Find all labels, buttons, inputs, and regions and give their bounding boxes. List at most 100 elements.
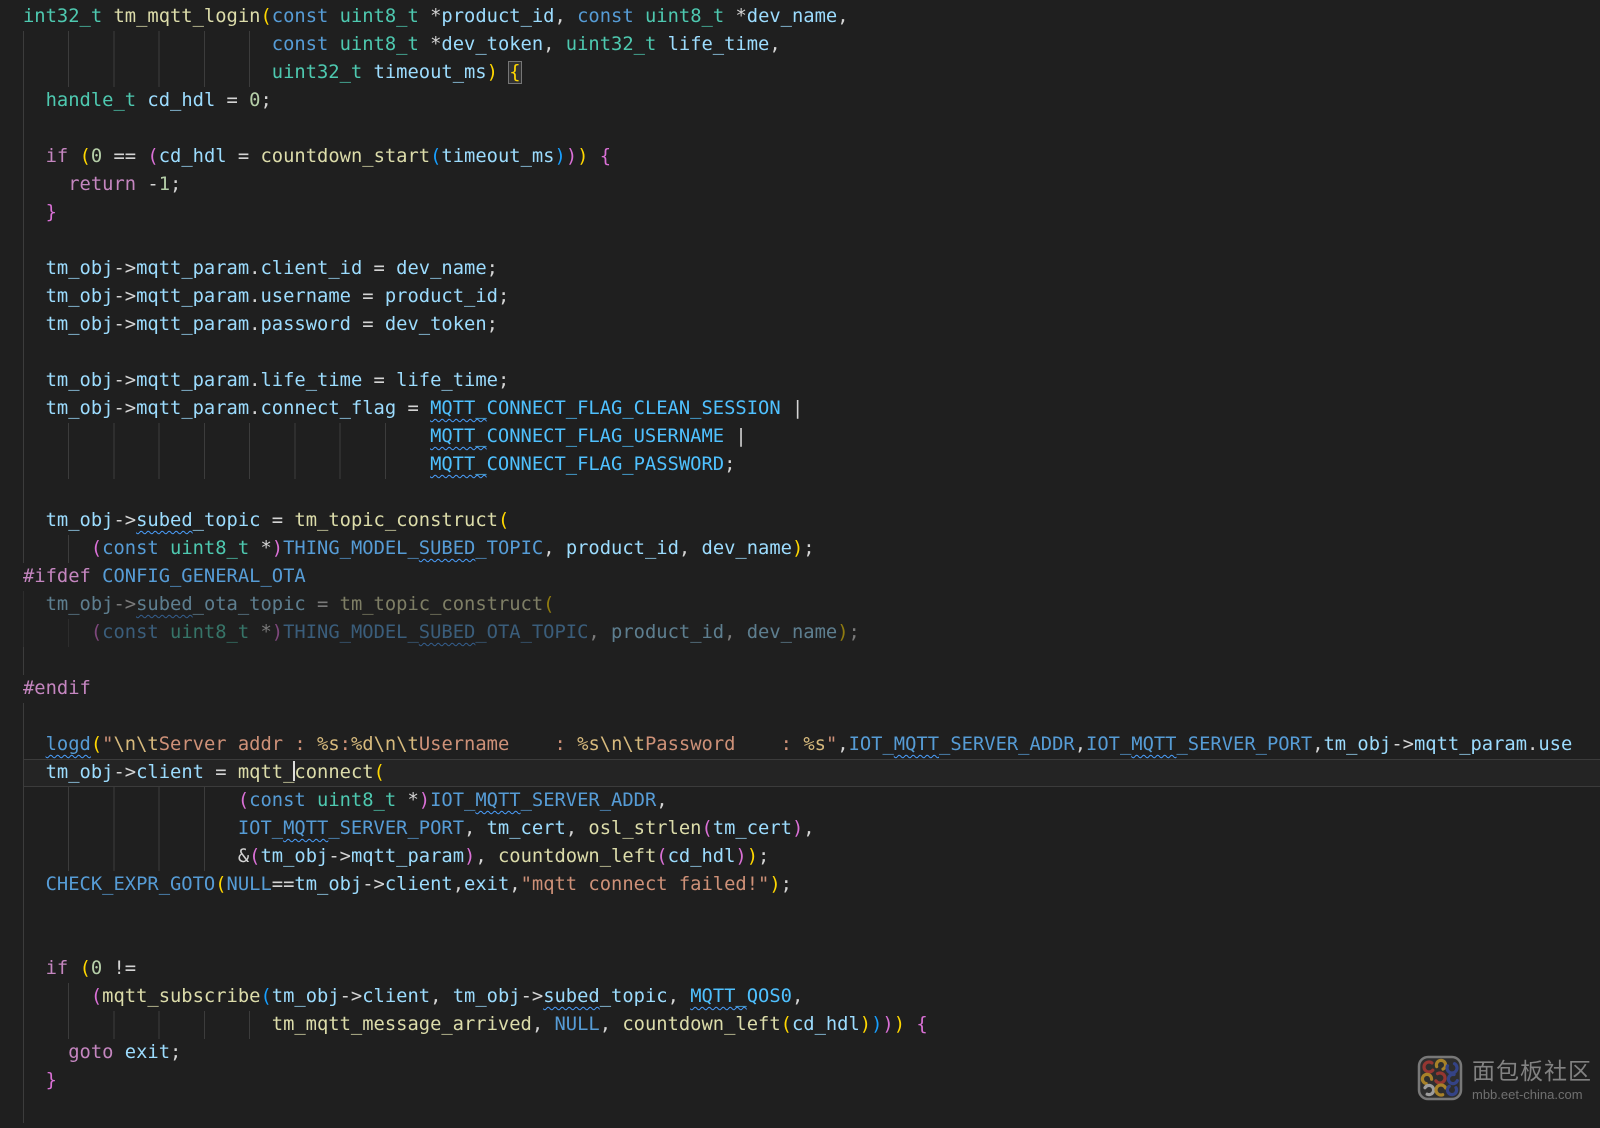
- indent-guides: [23, 703, 46, 731]
- token: ;: [170, 174, 182, 195]
- token: .: [249, 370, 261, 391]
- token: ,: [678, 538, 702, 559]
- code-line-current[interactable]: tm_obj->client = mqtt_connect(: [23, 759, 1600, 787]
- token: ): [735, 846, 747, 867]
- token: ;: [260, 90, 272, 111]
- code-line[interactable]: return -1;: [23, 171, 1600, 199]
- indent-guides: [23, 843, 238, 871]
- code-line[interactable]: MQTT_CONNECT_FLAG_PASSWORD;: [23, 451, 1600, 479]
- indent-guides: [23, 255, 46, 283]
- code-line[interactable]: tm_obj->subed_topic = tm_topic_construct…: [23, 507, 1600, 535]
- indent-guides: [23, 619, 91, 647]
- code-line[interactable]: if (0 == (cd_hdl = countdown_start(timeo…: [23, 143, 1600, 171]
- code-line[interactable]: MQTT_CONNECT_FLAG_USERNAME |: [23, 423, 1600, 451]
- token: exit: [124, 1042, 171, 1063]
- token: ": [825, 734, 838, 755]
- token: ==: [271, 874, 295, 895]
- token: CONNECT_FLAG_USERNAME: [486, 426, 725, 447]
- token: :: [339, 734, 351, 755]
- token: ->: [362, 874, 385, 895]
- code-line[interactable]: [23, 703, 1600, 731]
- token: ,: [667, 986, 691, 1007]
- token: NULL: [554, 1014, 600, 1035]
- token: tm_obj: [1323, 734, 1392, 755]
- code-line[interactable]: goto exit;: [23, 1039, 1600, 1067]
- token: ,: [543, 538, 566, 559]
- indent-guides: [23, 647, 46, 675]
- token: ,: [554, 6, 578, 27]
- token: MQTT: [283, 818, 329, 839]
- indent-guides: [23, 731, 46, 759]
- code-line[interactable]: uint32_t timeout_ms) {: [23, 59, 1600, 87]
- code-line[interactable]: CHECK_EXPR_GOTO(NULL==tm_obj->client,exi…: [23, 871, 1600, 899]
- indent-guides: [23, 871, 46, 899]
- watermark-title: 面包板社区: [1472, 1058, 1592, 1085]
- code-line[interactable]: if (0 !=: [23, 955, 1600, 983]
- code-editor[interactable]: int32_t tm_mqtt_login(const uint8_t *pro…: [0, 0, 1600, 1123]
- code-line[interactable]: [23, 899, 1600, 927]
- code-line[interactable]: [23, 115, 1600, 143]
- token: const: [577, 6, 634, 27]
- token: *: [407, 790, 419, 811]
- token: *: [430, 34, 442, 55]
- code-line[interactable]: }: [23, 199, 1600, 227]
- code-line[interactable]: &(tm_obj->mqtt_param), countdown_left(cd…: [23, 843, 1600, 871]
- token: &: [237, 846, 250, 867]
- code-line[interactable]: [23, 647, 1600, 675]
- token: _OTA_TOPIC: [475, 622, 589, 643]
- token: uint8_t: [170, 538, 250, 559]
- code-line[interactable]: [23, 927, 1600, 955]
- code-line[interactable]: logd("\n\tServer addr : %s:%d\n\tUsernam…: [23, 731, 1600, 759]
- token: ,: [656, 790, 668, 811]
- token: ;: [758, 846, 770, 867]
- token: MQTT: [893, 734, 940, 755]
- code-line[interactable]: tm_obj->subed_ota_topic = tm_topic_const…: [23, 591, 1600, 619]
- code-line[interactable]: (const uint8_t *)THING_MODEL_SUBED_OTA_T…: [23, 619, 1600, 647]
- token: (: [90, 538, 103, 559]
- token: (: [79, 146, 91, 167]
- code-line[interactable]: (const uint8_t *)IOT_MQTT_SERVER_ADDR,: [23, 787, 1600, 815]
- indent-guides: [23, 1011, 272, 1039]
- token: =: [362, 370, 397, 391]
- token: THING_MODEL_: [283, 622, 419, 643]
- token: 0: [249, 90, 261, 111]
- token: \n\t: [373, 734, 419, 755]
- code-line[interactable]: [23, 339, 1600, 367]
- token: ,: [1312, 734, 1324, 755]
- token: (: [147, 146, 159, 167]
- code-line[interactable]: [23, 1095, 1600, 1123]
- code-line[interactable]: [23, 227, 1600, 255]
- code-line[interactable]: }: [23, 1067, 1600, 1095]
- token: tm_obj: [45, 314, 114, 335]
- token: logd: [45, 734, 91, 755]
- token: {: [599, 146, 612, 167]
- code-line[interactable]: tm_obj->mqtt_param.client_id = dev_name;: [23, 255, 1600, 283]
- token: cd_hdl: [791, 1014, 860, 1035]
- code-line[interactable]: tm_obj->mqtt_param.username = product_id…: [23, 283, 1600, 311]
- code-line[interactable]: tm_obj->mqtt_param.password = dev_token;: [23, 311, 1600, 339]
- code-line[interactable]: tm_obj->mqtt_param.life_time = life_time…: [23, 367, 1600, 395]
- token: ->: [328, 846, 351, 867]
- code-line[interactable]: (mqtt_subscribe(tm_obj->client, tm_obj->…: [23, 983, 1600, 1011]
- code-line[interactable]: tm_obj->mqtt_param.connect_flag = MQTT_C…: [23, 395, 1600, 423]
- code-line[interactable]: tm_mqtt_message_arrived, NULL, countdown…: [23, 1011, 1600, 1039]
- code-line[interactable]: #endif: [23, 675, 1600, 703]
- token: (: [260, 6, 272, 27]
- token: product_id: [565, 538, 679, 559]
- code-line[interactable]: handle_t cd_hdl = 0;: [23, 87, 1600, 115]
- code-line[interactable]: [23, 479, 1600, 507]
- token: =: [362, 258, 397, 279]
- code-line[interactable]: #ifdef CONFIG_GENERAL_OTA: [23, 563, 1600, 591]
- code-line[interactable]: (const uint8_t *)THING_MODEL_SUBED_TOPIC…: [23, 535, 1600, 563]
- code-line[interactable]: int32_t tm_mqtt_login(const uint8_t *pro…: [23, 3, 1600, 31]
- code-line[interactable]: IOT_MQTT_SERVER_PORT, tm_cert, osl_strle…: [23, 815, 1600, 843]
- code-line[interactable]: const uint8_t *dev_token, uint32_t life_…: [23, 31, 1600, 59]
- token: =: [226, 146, 261, 167]
- token: 1: [158, 174, 171, 195]
- token: handle_t: [45, 90, 137, 111]
